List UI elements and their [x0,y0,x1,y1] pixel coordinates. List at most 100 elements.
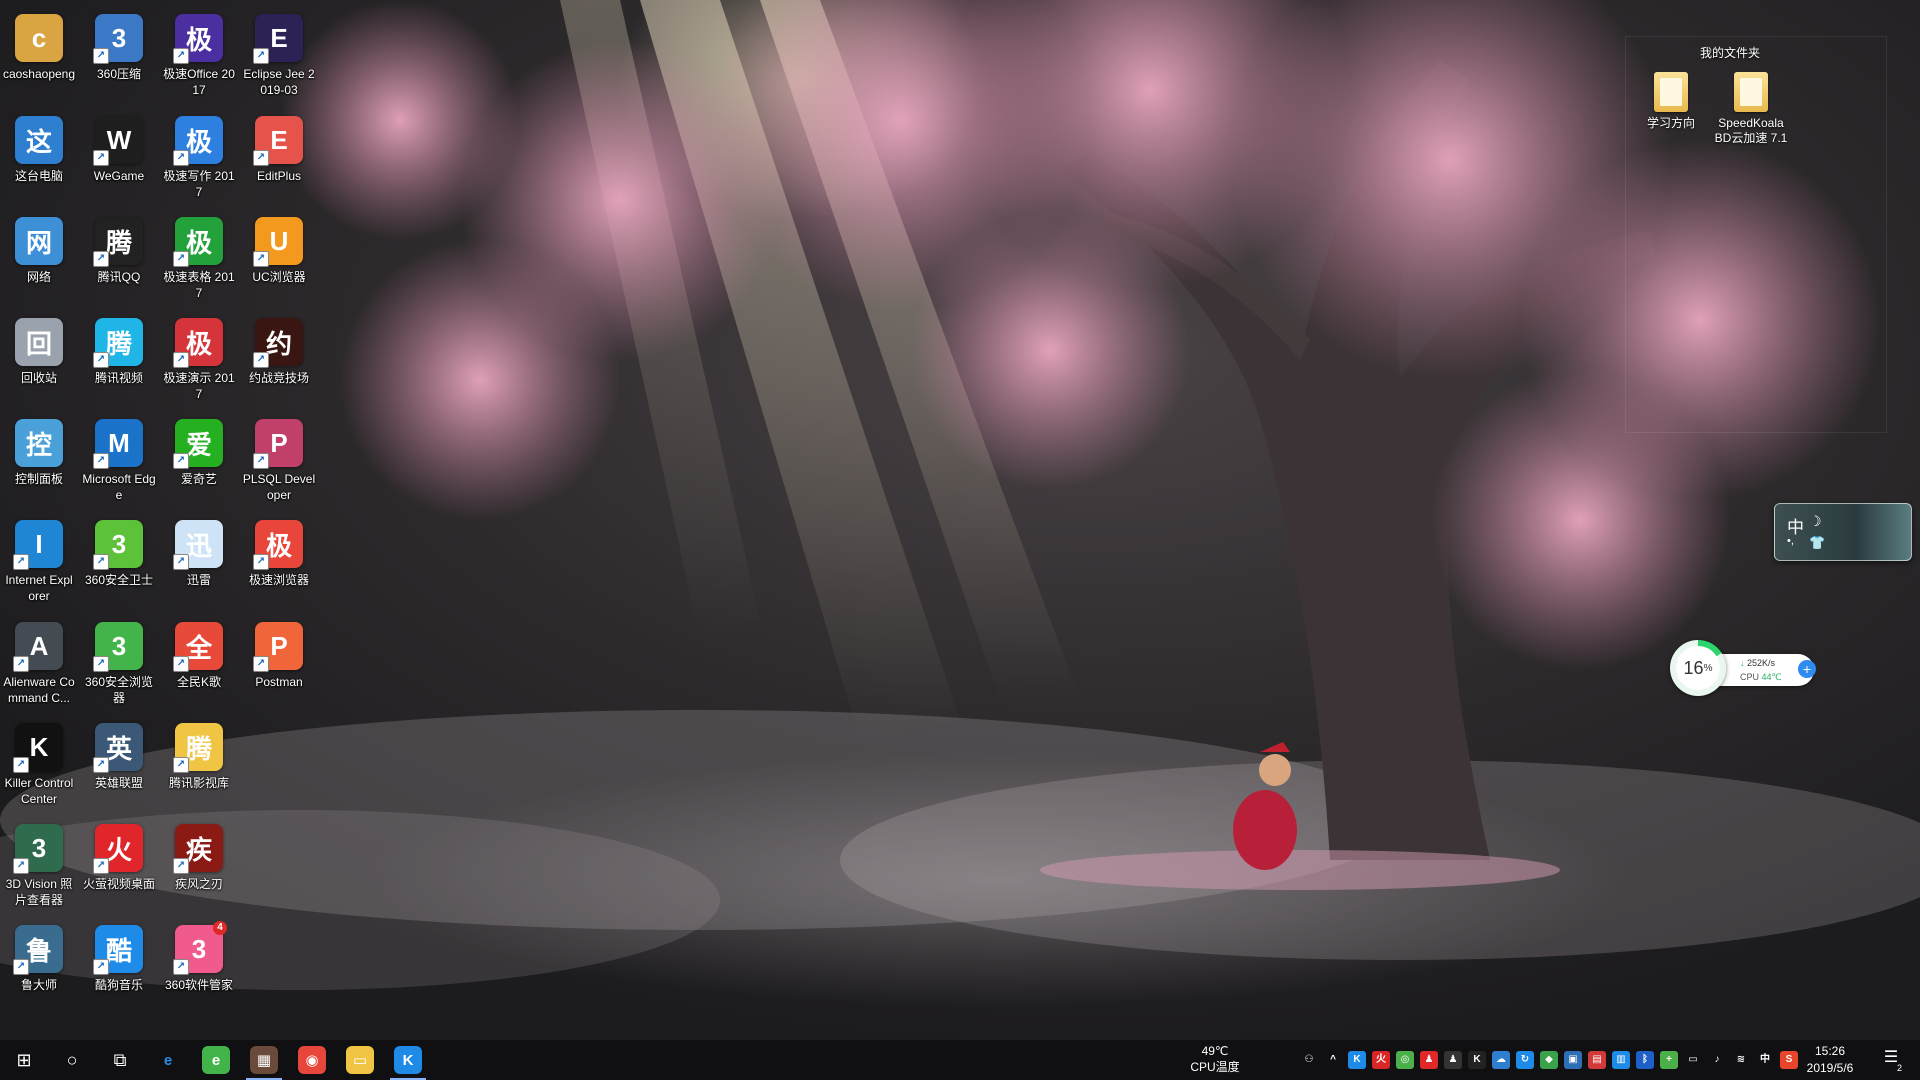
desktop-icon[interactable]: U ↗ UC浏览器 [240,211,318,285]
desktop-icon[interactable]: M ↗ Microsoft Edge [80,413,158,503]
search-button[interactable]: ○ [48,1040,96,1080]
folder-study-direction[interactable]: 学习方向 [1631,72,1711,131]
desktop-icon[interactable]: 迅 ↗ 迅雷 [160,514,238,588]
desktop-icon[interactable]: I ↗ Internet Explorer [0,514,78,604]
desktop-icon[interactable]: 火 ↗ 火萤视频桌面 [80,818,158,892]
desktop-icon[interactable]: 英 ↗ 英雄联盟 [80,717,158,791]
task-view-button[interactable]: ⧉ [96,1040,144,1080]
chrome-icon: ◉ [298,1046,326,1074]
network-speed: ↓ 252K/s [1740,658,1775,668]
desktop-icon[interactable]: 极 ↗ 极速浏览器 [240,514,318,588]
ime-status-widget[interactable]: 中 ☽ •, 👕 [1774,503,1912,561]
moon-icon[interactable]: ☽ [1809,513,1822,530]
desktop-icon[interactable]: 网网络 [0,211,78,285]
taskbar-app-file-explorer[interactable]: ▭ [336,1040,384,1080]
writer-icon: 极 ↗ [173,116,223,166]
desktop-icon[interactable]: 爱 ↗ 爱奇艺 [160,413,238,487]
desktop-icon-label: 控制面板 [14,472,63,486]
desktop-icon[interactable]: K ↗ Killer Control Center [0,717,78,807]
pinned-apps: e e ▦ ◉ ▭ K [144,1040,432,1080]
tray-qq-icon[interactable]: ♟ [1420,1051,1438,1069]
desktop-icon[interactable]: 鲁 ↗ 鲁大师 [0,919,78,993]
desktop-icon[interactable]: E ↗ Eclipse Jee 2019-03 [240,8,318,98]
folder-label: 学习方向 [1646,116,1695,130]
folder-label: SpeedKoala BD云加速 7.1 [1714,116,1788,145]
tray-onedrive-icon[interactable]: ▥ [1612,1051,1630,1069]
tray-kugou-icon[interactable]: K [1348,1051,1366,1069]
desktop-icon[interactable]: 酷 ↗ 酷狗音乐 [80,919,158,993]
shortcut-arrow-icon: ↗ [93,757,109,773]
tray-box-icon[interactable]: ▣ [1564,1051,1582,1069]
system-monitor-widget[interactable]: 16% ↓ 252K/s CPU 44℃ + [1670,640,1820,700]
sheet-icon: 极 ↗ [173,217,223,267]
desktop-icon[interactable]: 3 ↗ 360安全浏览器 [80,616,158,706]
desktop-icon[interactable]: W ↗ WeGame [80,110,158,184]
taskbar-app-360-browser[interactable]: e [192,1040,240,1080]
folder-speedkoala[interactable]: SpeedKoala BD云加速 7.1 [1711,72,1791,146]
desktop-icon[interactable]: 控控制面板 [0,413,78,487]
desktop-icon-label: 极速表格 2017 [163,270,235,300]
accelerate-plus-icon[interactable]: + [1798,660,1816,678]
desktop-icon[interactable]: 极 ↗ 极速Office 2017 [160,8,238,98]
tray-chevron-up-icon[interactable]: ^ [1324,1051,1342,1069]
desktop-icon[interactable]: c caoshaopeng [0,8,78,82]
skin-icon[interactable]: 👕 [1809,535,1825,551]
taskbar-app-kugou[interactable]: K [384,1040,432,1080]
cpu-temp-toolbar[interactable]: 49℃ CPU温度 [1185,1043,1245,1075]
desktop-icon[interactable]: 腾 ↗ 腾讯影视库 [160,717,238,791]
start-button[interactable]: ⊞ [0,1040,48,1080]
taskbar-app-chrome[interactable]: ◉ [288,1040,336,1080]
ie-icon: I ↗ [13,520,63,570]
tray-battery-icon[interactable]: ▭ [1684,1051,1702,1069]
punctuation-icon[interactable]: •, [1787,535,1794,547]
action-center-button[interactable]: ☰ 2 [1878,1047,1904,1073]
tray-ime-icon[interactable]: 中 [1756,1051,1774,1069]
desktop-icon-label: Internet Explorer [5,573,73,603]
tray-grid-icon[interactable]: ▤ [1588,1051,1606,1069]
tray-sync-icon[interactable]: ↻ [1516,1051,1534,1069]
taskbar-app-edge[interactable]: e [144,1040,192,1080]
taskbar-app-app-pixel[interactable]: ▦ [240,1040,288,1080]
tray-people-icon[interactable]: ⚇ [1300,1051,1318,1069]
desktop-icon[interactable]: 腾 ↗ 腾讯QQ [80,211,158,285]
desktop-icon[interactable]: 全 ↗ 全民K歌 [160,616,238,690]
desktop-icon[interactable]: 3 ↗ 360安全卫士 [80,514,158,588]
shortcut-arrow-icon: ↗ [93,352,109,368]
tray-penguin-icon[interactable]: ♟ [1444,1051,1462,1069]
shortcut-arrow-icon: ↗ [253,150,269,166]
tray-bluetooth-icon[interactable]: ᛒ [1636,1051,1654,1069]
desktop-icon[interactable]: 3 ↗ 360压缩 [80,8,158,82]
tray-volume-icon[interactable]: ♪ [1708,1051,1726,1069]
desktop-icon[interactable]: 极 ↗ 极速演示 2017 [160,312,238,402]
tray-k-logo-icon[interactable]: K [1468,1051,1486,1069]
tray-360-plus-icon[interactable]: + [1660,1051,1678,1069]
tray-flame-icon[interactable]: 火 [1372,1051,1390,1069]
tray-360-icon[interactable]: ◎ [1396,1051,1414,1069]
task-view-icon: ⧉ [113,1049,127,1070]
desktop-icon[interactable]: 极 ↗ 极速表格 2017 [160,211,238,301]
desktop-icon[interactable]: P ↗ Postman [240,616,318,690]
desktop-icon-label: 网络 [26,270,51,284]
desktop-icon[interactable]: 这这台电脑 [0,110,78,184]
desktop-icon-label: 爱奇艺 [180,472,217,486]
desktop-icon[interactable]: 回回收站 [0,312,78,386]
desktop-icon[interactable]: P ↗ PLSQL Developer [240,413,318,503]
computer-icon: 这 [15,116,63,164]
desktop-icon[interactable]: A ↗ Alienware Command C... [0,616,78,706]
shortcut-arrow-icon: ↗ [253,554,269,570]
windows-logo-icon: ⊞ [16,1049,32,1070]
taskbar-clock[interactable]: 15:26 2019/5/6 [1790,1043,1870,1077]
tray-shield-icon[interactable]: ◆ [1540,1051,1558,1069]
desktop-icon[interactable]: 约 ↗ 约战竞技场 [240,312,318,386]
desktop-icon[interactable]: 疾 ↗ 疾风之刃 [160,818,238,892]
tray-wifi-icon[interactable]: ≋ [1732,1051,1750,1069]
desktop-icon[interactable]: 3 ↗ 4 360软件管家 [160,919,238,993]
desktop-icon[interactable]: E ↗ EditPlus [240,110,318,184]
kugou-icon: 酷 ↗ [93,925,143,975]
desktop-icon[interactable]: 腾 ↗ 腾讯视频 [80,312,158,386]
desktop-icon[interactable]: 极 ↗ 极速写作 2017 [160,110,238,200]
desktop-icon[interactable]: 3 ↗ 3D Vision 照片查看器 [0,818,78,908]
cpu-usage-ring[interactable]: 16% [1670,640,1726,696]
tray-cloud-icon[interactable]: ☁ [1492,1051,1510,1069]
cpu-percent-number: 16 [1683,657,1704,678]
